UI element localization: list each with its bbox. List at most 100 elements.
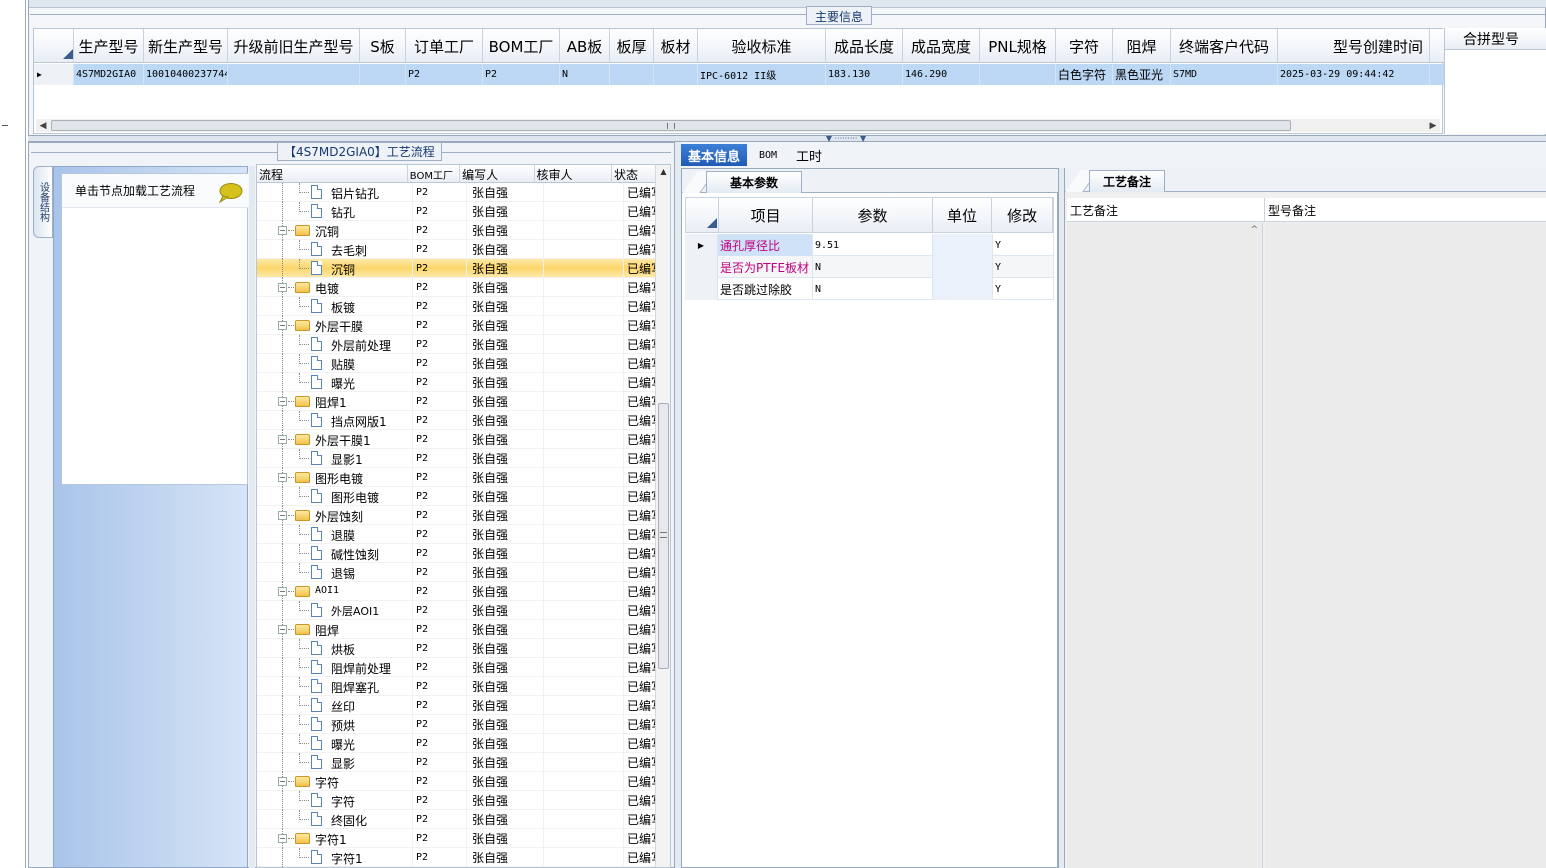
tree-node[interactable]: 碱性蚀刻 [257, 544, 413, 563]
cell[interactable] [228, 64, 360, 85]
collapse-icon[interactable]: − [278, 777, 287, 786]
main-info-hscrollbar[interactable]: ◀ ▶ [36, 119, 1440, 132]
tree-node[interactable]: − 外层蚀刻 [257, 506, 413, 525]
column-header[interactable]: 新生产型号 [144, 29, 228, 63]
param-row[interactable]: 是否跳过除胶 N Y [685, 278, 1054, 300]
collapse-icon[interactable]: − [278, 283, 287, 292]
vscroll-thumb[interactable] [658, 403, 669, 669]
tree-row[interactable]: − 外层蚀刻 P2张自强 已编写 [257, 506, 657, 525]
tree-row[interactable]: 外层AOI1 P2张自强 已编写 [257, 601, 657, 620]
tree-column-header[interactable]: 状态 [612, 165, 659, 183]
tree-node[interactable]: 外层前处理 [257, 335, 413, 354]
tree-node[interactable]: 阻焊前处理 [257, 658, 413, 677]
tab-bom[interactable]: BOM [751, 144, 785, 166]
cell[interactable] [610, 64, 654, 85]
tree-row[interactable]: 铝片钻孔 P2张自强 已编写 [257, 183, 657, 202]
scroll-up-arrow-icon[interactable]: ^ [1250, 225, 1258, 235]
tree-row[interactable]: 挡点网版1 P2张自强 已编写 [257, 411, 657, 430]
tree-row[interactable]: 曝光 P2张自强 已编写 [257, 734, 657, 753]
tree-node[interactable]: − 沉铜 [257, 221, 413, 240]
column-header[interactable]: 成品宽度 [903, 29, 980, 63]
column-header[interactable]: 型号创建时间 [1278, 29, 1430, 63]
tab-basic-params[interactable]: 基本参数 [706, 171, 802, 193]
tree-row[interactable]: 预烘 P2张自强 已编写 [257, 715, 657, 734]
collapse-icon[interactable]: − [278, 397, 287, 406]
tree-row[interactable]: 板镀 P2张自强 已编写 [257, 297, 657, 316]
tree-row[interactable]: 显影 P2张自强 已编写 [257, 753, 657, 772]
cell[interactable]: S7MD [1171, 64, 1278, 85]
tree-row[interactable]: − 外层干膜1 P2张自强 已编写 [257, 430, 657, 449]
nav-tip[interactable]: 单击节点加载工艺流程 [62, 174, 249, 208]
tree-row[interactable]: 丝印 P2张自强 已编写 [257, 696, 657, 715]
tree-row[interactable]: 曝光 P2张自强 已编写 [257, 373, 657, 392]
tree-row[interactable]: 显影1 P2张自强 已编写 [257, 449, 657, 468]
tree-row[interactable]: 沉铜 P2张自强 已编写 [257, 259, 657, 278]
tree-node[interactable]: 阻焊塞孔 [257, 677, 413, 696]
cell[interactable]: N [560, 64, 610, 85]
param-unit[interactable] [933, 234, 993, 256]
column-header[interactable]: 验收标准 [698, 29, 826, 63]
collapse-icon[interactable]: − [278, 473, 287, 482]
tree-node[interactable]: 退膜 [257, 525, 413, 544]
splitter-grip-icon[interactable] [250, 666, 254, 736]
cell[interactable]: 183.130 [826, 64, 903, 85]
tree-node[interactable]: 曝光 [257, 373, 413, 392]
collapse-icon[interactable]: − [278, 625, 287, 634]
cell[interactable]: 白色字符 [1056, 64, 1113, 85]
tree-row[interactable]: 阻焊前处理 P2张自强 已编写 [257, 658, 657, 677]
tree-row[interactable]: − 电镀 P2张自强 已编写 [257, 278, 657, 297]
tree-node[interactable]: − 电镀 [257, 278, 413, 297]
tree-row[interactable]: − 沉铜 P2张自强 已编写 [257, 221, 657, 240]
param-modify[interactable]: Y [993, 256, 1054, 278]
tab-basic-info[interactable]: 基本信息 [681, 144, 747, 166]
tree-row[interactable]: − 阻焊 P2张自强 已编写 [257, 620, 657, 639]
tree-node[interactable]: 显影1 [257, 449, 413, 468]
tree-node[interactable]: 烘板 [257, 639, 413, 658]
tree-node[interactable]: 沉铜 [257, 259, 413, 278]
tree-node[interactable]: 字符1 [257, 848, 413, 867]
tab-work-hours[interactable]: 工时 [791, 144, 827, 166]
tree-node[interactable]: 终固化 [257, 810, 413, 829]
tree-node[interactable]: 曝光 [257, 734, 413, 753]
tree-row[interactable]: 退膜 P2张自强 已编写 [257, 525, 657, 544]
tree-node[interactable]: − 外层干膜1 [257, 430, 413, 449]
cell[interactable]: 2025-03-29 09:44:42 [1278, 64, 1430, 85]
tree-row[interactable]: − 外层干膜 P2张自强 已编写 [257, 316, 657, 335]
collapse-icon[interactable]: − [278, 511, 287, 520]
column-header[interactable]: 升级前旧生产型号 [228, 29, 360, 63]
collapse-icon[interactable]: − [278, 834, 287, 843]
tree-node[interactable]: 挡点网版1 [257, 411, 413, 430]
tree-node[interactable]: 显影 [257, 753, 413, 772]
tree-body[interactable]: 铝片钻孔P2张自强已编写钻孔P2张自强已编写−沉铜P2张自强已编写去毛刺P2张自… [257, 183, 657, 867]
column-header[interactable]: 板厚 [610, 29, 654, 63]
tree-row[interactable]: 阻焊塞孔 P2张自强 已编写 [257, 677, 657, 696]
tree-column-header[interactable]: BOM工厂 [408, 165, 461, 183]
tree-node[interactable]: 图形电镀 [257, 487, 413, 506]
cell[interactable] [654, 64, 698, 85]
cell[interactable]: 4S7MD2GIA0 [74, 64, 144, 85]
column-header[interactable]: 订单工厂 [406, 29, 483, 63]
param-unit[interactable] [933, 278, 993, 300]
tree-row[interactable]: 去毛刺 P2张自强 已编写 [257, 240, 657, 259]
tab-equipment-structure[interactable]: 设备结构 [33, 166, 53, 238]
cell[interactable]: 10010400237744 [144, 64, 228, 85]
collapse-icon[interactable]: − [278, 321, 287, 330]
collapse-icon[interactable]: − [278, 587, 287, 596]
tree-row[interactable]: − 阻焊1 P2张自强 已编写 [257, 392, 657, 411]
cell[interactable] [360, 64, 406, 85]
tree-node[interactable]: − 阻焊1 [257, 392, 413, 411]
tree-column-header[interactable]: 编写人 [460, 165, 535, 183]
cell[interactable]: 146.290 [903, 64, 980, 85]
tree-row[interactable]: 终固化 P2张自强 已编写 [257, 810, 657, 829]
cell[interactable]: 黑色亚光 [1113, 64, 1171, 85]
tree-row[interactable]: − 字符1 P2张自强 已编写 [257, 829, 657, 848]
params-grid[interactable]: 项目 参数 单位 修改 ▶ 通孔厚径比 9.51 Y 是否为PTFE板材 N Y 是否跳过除胶 N Y [685, 197, 1054, 301]
tree-row[interactable]: 碱性蚀刻 P2张自强 已编写 [257, 544, 657, 563]
tree-row[interactable]: 退锡 P2张自强 已编写 [257, 563, 657, 582]
tree-node[interactable]: 外层AOI1 [257, 601, 413, 620]
param-value[interactable]: N [813, 256, 933, 278]
tree-node[interactable]: 贴膜 [257, 354, 413, 373]
middle-splitter[interactable] [674, 142, 681, 868]
tree-node[interactable]: 预烘 [257, 715, 413, 734]
column-header[interactable]: 终端客户代码 [1171, 29, 1278, 63]
